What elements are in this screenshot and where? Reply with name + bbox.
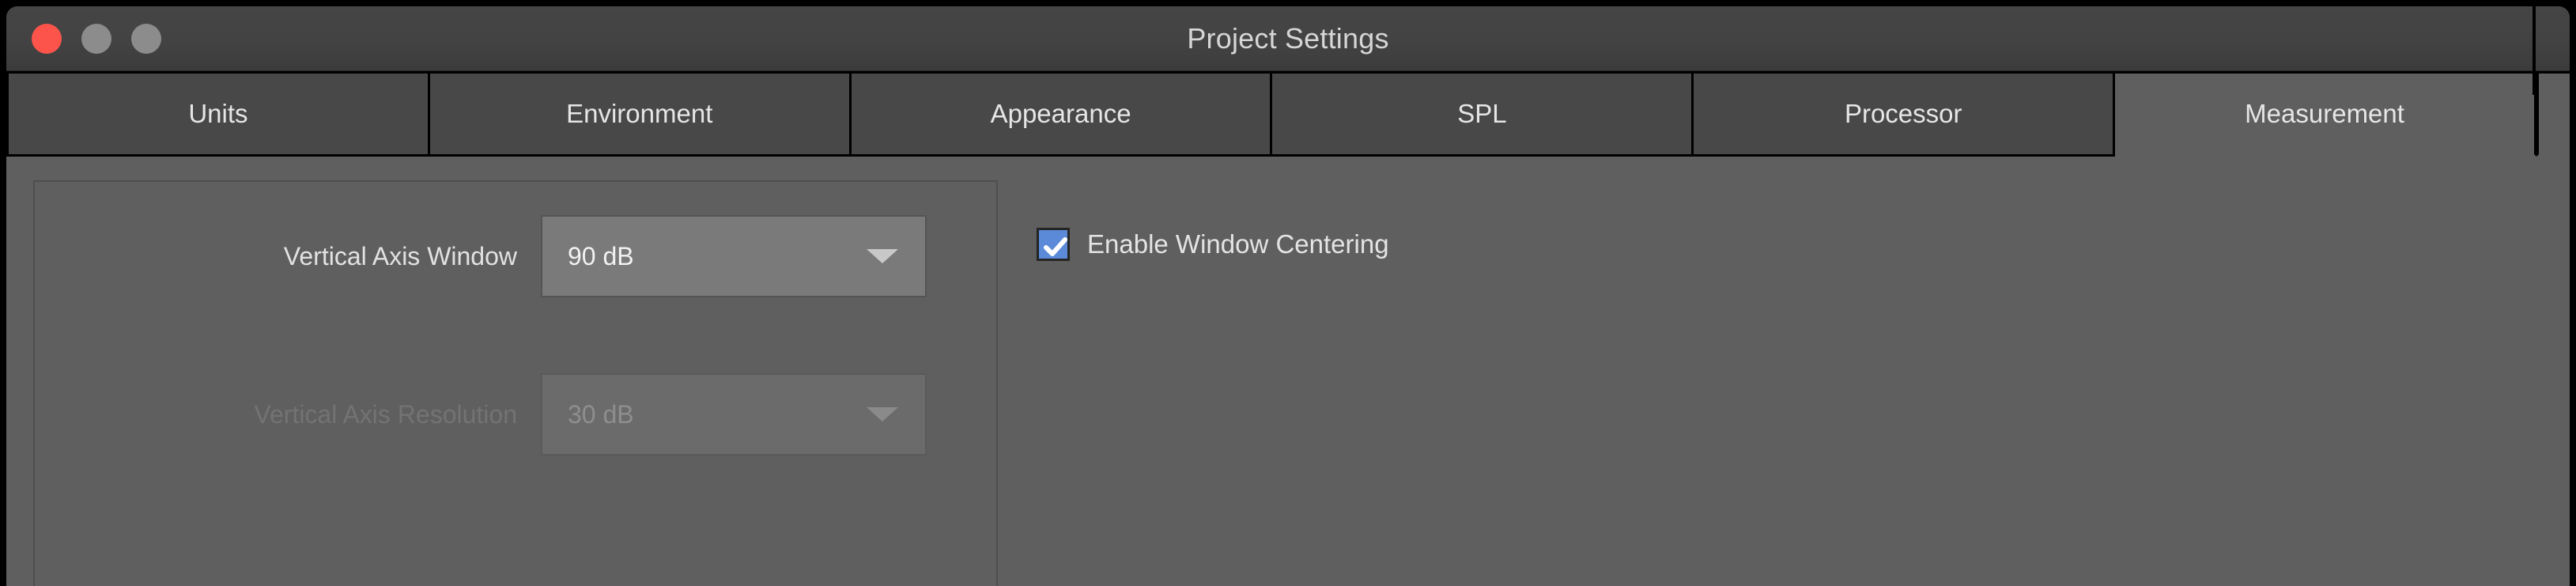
tab-appearance[interactable]: Appearance bbox=[851, 71, 1273, 154]
tab-processor[interactable]: Processor bbox=[1694, 71, 2116, 154]
tabbar-end-spacer bbox=[2536, 71, 2570, 157]
vertical-axis-resolution-dropdown: 30 dB bbox=[541, 373, 927, 456]
title-bar: Project Settings bbox=[6, 6, 2570, 71]
measurement-panel: Vertical Axis Window 90 dB Vertical Axis… bbox=[6, 157, 2570, 586]
vertical-axis-window-label: Vertical Axis Window bbox=[283, 241, 517, 270]
tab-units[interactable]: Units bbox=[6, 71, 430, 154]
project-settings-window: Project Settings Units Environment Appea… bbox=[6, 6, 2570, 586]
tab-measurement[interactable]: Measurement bbox=[2115, 71, 2536, 157]
chevron-down-icon bbox=[867, 407, 898, 422]
vertical-axis-window-value: 90 dB bbox=[568, 241, 634, 270]
vertical-axis-window-row: Vertical Axis Window 90 dB bbox=[35, 215, 996, 297]
vertical-axis-resolution-row: Vertical Axis Resolution 30 dB bbox=[35, 373, 996, 456]
tab-spl[interactable]: SPL bbox=[1272, 71, 1694, 154]
tabbar-right-divider bbox=[2533, 6, 2536, 95]
checkmark-icon bbox=[1044, 237, 1067, 256]
enable-window-centering-checkbox[interactable] bbox=[1037, 228, 1070, 261]
window-title: Project Settings bbox=[1187, 21, 1389, 55]
enable-window-centering-row[interactable]: Enable Window Centering bbox=[1037, 228, 1389, 261]
enable-window-centering-label: Enable Window Centering bbox=[1087, 229, 1389, 259]
vertical-axis-resolution-value: 30 dB bbox=[568, 399, 634, 429]
vertical-axis-window-dropdown[interactable]: 90 dB bbox=[541, 215, 927, 297]
settings-tabbar: Units Environment Appearance SPL Process… bbox=[6, 71, 2570, 157]
vertical-axis-groupbox: Vertical Axis Window 90 dB Vertical Axis… bbox=[33, 180, 998, 586]
vertical-axis-resolution-label: Vertical Axis Resolution bbox=[254, 399, 517, 429]
chevron-down-icon bbox=[867, 249, 898, 263]
tab-environment[interactable]: Environment bbox=[429, 71, 852, 154]
